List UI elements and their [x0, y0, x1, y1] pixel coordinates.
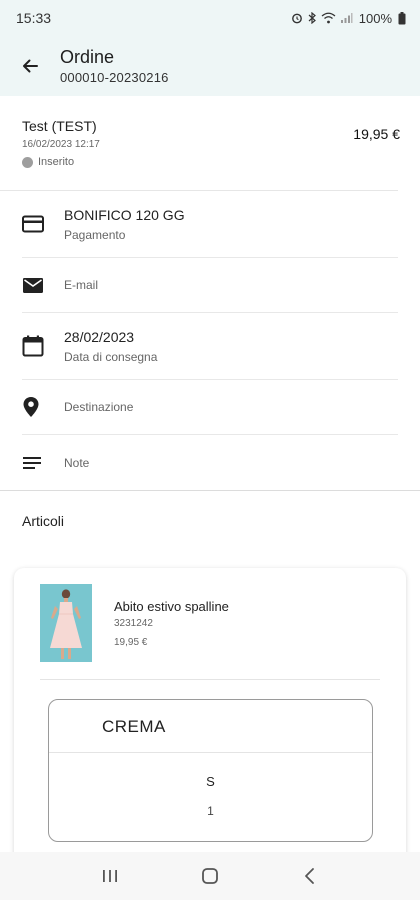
status-badge: Inserito	[22, 156, 378, 168]
home-button[interactable]	[190, 856, 230, 896]
back-button[interactable]	[0, 36, 60, 96]
location-pin-icon	[22, 396, 64, 418]
order-datetime: 16/02/2023 12:17	[22, 139, 100, 150]
status-icons	[291, 12, 353, 24]
status-dot-icon	[22, 156, 33, 168]
variant-color: CREMA	[102, 717, 166, 736]
status-right: 100%	[291, 11, 406, 26]
nav-back-button[interactable]	[290, 856, 330, 896]
alarm-icon	[291, 13, 302, 24]
status-time: 15:33	[16, 10, 52, 26]
delivery-date-label: Data di consegna	[64, 349, 158, 364]
quantity-value: 1	[207, 804, 214, 818]
status-bar: 15:33 100%	[0, 0, 420, 36]
payment-label: Pagamento	[64, 227, 126, 242]
credit-card-icon	[22, 215, 64, 233]
recents-button[interactable]	[90, 856, 130, 896]
order-summary: Test (TEST) 16/02/2023 12:17 Inserito 19…	[0, 96, 400, 191]
email-placeholder: E-mail	[64, 278, 99, 292]
notes-icon	[22, 455, 64, 471]
destination-row[interactable]: Destinazione	[22, 380, 398, 435]
delivery-date-value: 28/02/2023	[64, 328, 135, 345]
product-code: 3231242	[114, 618, 153, 629]
order-content: Test (TEST) 16/02/2023 12:17 Inserito 19…	[0, 96, 420, 555]
status-label: Inserito	[38, 156, 75, 168]
mail-icon	[22, 277, 64, 294]
signal-icon	[340, 13, 353, 23]
email-row[interactable]: E-mail	[22, 258, 398, 313]
payment-row[interactable]: BONIFICO 120 GG Pagamento	[22, 191, 398, 258]
system-nav-bar	[0, 852, 420, 900]
destination-placeholder: Destinazione	[64, 400, 134, 414]
app-bar: Ordine 000010-20230216	[0, 36, 420, 96]
recents-icon[interactable]	[101, 868, 119, 884]
home-icon[interactable]	[201, 867, 219, 885]
notes-row[interactable]: Note	[22, 435, 398, 490]
calendar-icon	[22, 335, 64, 357]
payment-value: BONIFICO 120 GG	[64, 206, 185, 223]
articles-section-title: Articoli	[22, 513, 65, 529]
customer-name: Test (TEST)	[22, 118, 97, 134]
card-divider	[40, 679, 380, 680]
variant-divider	[49, 752, 372, 753]
back-icon[interactable]	[303, 867, 317, 885]
arrow-left-icon[interactable]	[20, 56, 40, 76]
battery-icon	[398, 11, 406, 24]
delivery-date-row[interactable]: 28/02/2023 Data di consegna	[22, 313, 398, 380]
page-title: Ordine	[60, 47, 115, 67]
order-number: 000010-20230216	[60, 70, 169, 85]
wifi-icon	[321, 12, 336, 24]
order-total: 19,95 €	[353, 126, 400, 142]
bluetooth-icon	[308, 12, 316, 24]
battery-percent: 100%	[358, 10, 392, 26]
size-label: S	[206, 774, 215, 789]
product-price: 19,95 €	[114, 637, 148, 648]
variant-box[interactable]: CREMA S 1	[48, 699, 373, 842]
product-image	[40, 584, 92, 662]
product-name: Abito estivo spalline	[114, 599, 229, 614]
article-card[interactable]: Abito estivo spalline 3231242 19,95 € CR…	[14, 568, 406, 868]
app-bar-titles: Ordine 000010-20230216	[60, 47, 169, 85]
notes-placeholder: Note	[64, 455, 90, 470]
